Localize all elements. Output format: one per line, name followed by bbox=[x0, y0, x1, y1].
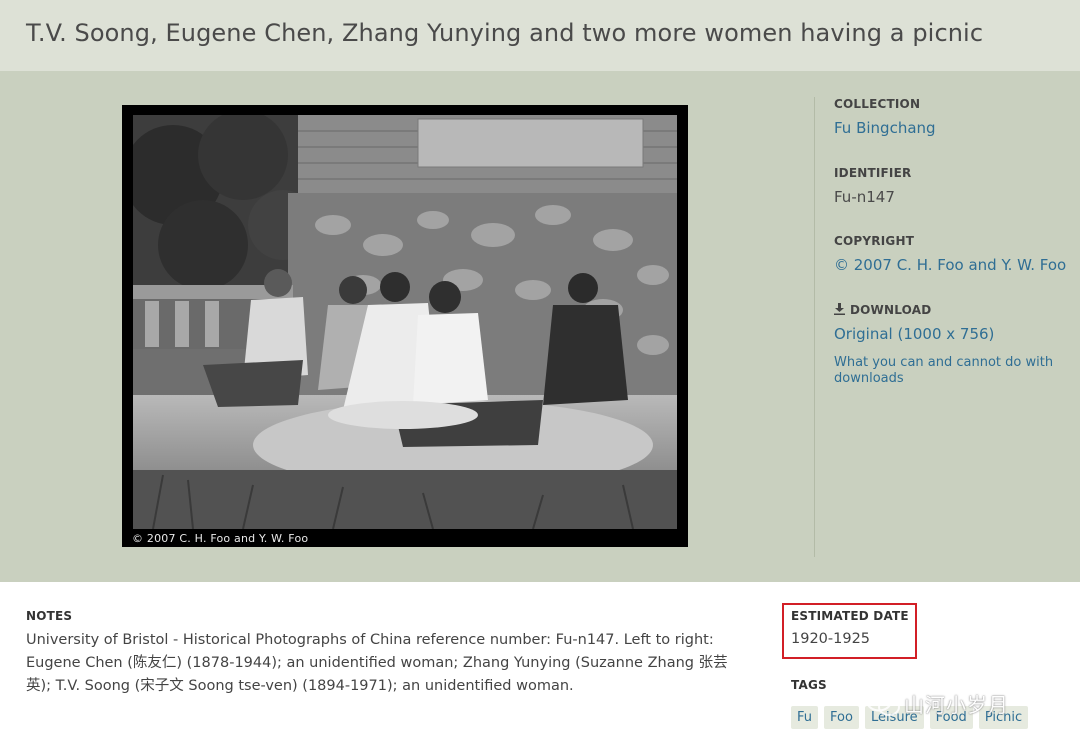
wechat-icon bbox=[866, 690, 900, 716]
copyright-link[interactable]: © 2007 C. H. Foo and Y. W. Foo bbox=[834, 256, 1066, 274]
watermark: 山河小岁月 bbox=[866, 689, 1009, 718]
copyright-label: COPYRIGHT bbox=[834, 234, 915, 248]
title-bar: T.V. Soong, Eugene Chen, Zhang Yunying a… bbox=[0, 0, 1080, 71]
tag-fu[interactable]: Fu bbox=[791, 706, 819, 729]
identifier-value: Fu-n147 bbox=[834, 188, 895, 206]
collection-link[interactable]: Fu Bingchang bbox=[834, 119, 936, 137]
tag-foo[interactable]: Foo bbox=[824, 706, 859, 729]
photo-image bbox=[133, 115, 677, 529]
collection-label: COLLECTION bbox=[834, 97, 921, 111]
photo[interactable]: © 2007 C. H. Foo and Y. W. Foo bbox=[122, 105, 688, 547]
estimated-date-label: ESTIMATED DATE bbox=[791, 609, 909, 623]
estimated-date-value: 1920-1925 bbox=[791, 631, 871, 647]
identifier-label: IDENTIFIER bbox=[834, 166, 912, 180]
download-icon bbox=[834, 303, 845, 315]
download-rights-link[interactable]: What you can and cannot do with download… bbox=[834, 355, 1074, 387]
download-original-link[interactable]: Original (1000 x 756) bbox=[834, 325, 994, 343]
download-heading: DOWNLOAD bbox=[834, 302, 931, 317]
watermark-text: 山河小岁月 bbox=[904, 693, 1009, 717]
notes-text: University of Bristol - Historical Photo… bbox=[26, 632, 728, 694]
photo-copyright-caption: © 2007 C. H. Foo and Y. W. Foo bbox=[132, 532, 309, 545]
photo-section: © 2007 C. H. Foo and Y. W. Foo COLLECTIO… bbox=[0, 71, 1080, 582]
page-title: T.V. Soong, Eugene Chen, Zhang Yunying a… bbox=[26, 19, 984, 47]
notes-label: NOTES bbox=[26, 609, 73, 623]
tags-label: TAGS bbox=[791, 678, 827, 692]
sidebar-divider bbox=[814, 97, 815, 557]
download-label: DOWNLOAD bbox=[850, 303, 932, 317]
